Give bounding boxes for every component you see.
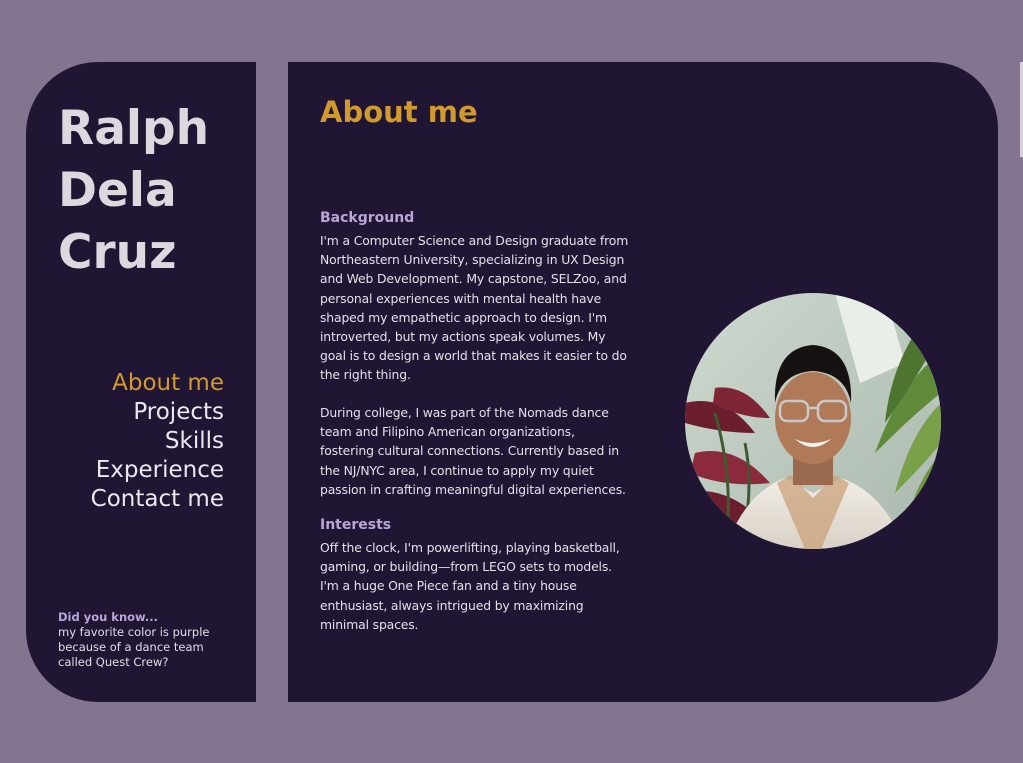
site-owner-name: Ralph Dela Cruz (58, 98, 209, 284)
profile-photo (685, 293, 941, 549)
page-title: About me (320, 95, 478, 129)
sidebar: Ralph Dela Cruz About me Projects Skills… (26, 62, 256, 702)
fun-fact-title: Did you know... (58, 610, 159, 624)
about-panel: About me Background I'm a Computer Scien… (288, 62, 998, 702)
background-paragraph-2: During college, I was part of the Nomads… (320, 405, 626, 497)
background-paragraph-1: I'm a Computer Science and Design gradua… (320, 233, 629, 383)
name-line-last: Cruz (58, 225, 177, 280)
fun-fact: Did you know... my favorite color is pur… (58, 610, 238, 670)
fun-fact-body: my favorite color is purple because of a… (58, 625, 210, 669)
nav-link-experience[interactable]: Experience (91, 456, 224, 485)
name-line-middle: Dela (58, 163, 177, 218)
main-nav: About me Projects Skills Experience Cont… (91, 369, 224, 514)
background-heading: Background (320, 210, 415, 226)
interests-paragraph: Off the clock, I'm powerlifting, playing… (320, 540, 620, 632)
nav-link-projects[interactable]: Projects (91, 398, 224, 427)
nav-link-contact[interactable]: Contact me (91, 485, 224, 514)
nav-link-about[interactable]: About me (91, 369, 224, 398)
interests-heading: Interests (320, 517, 392, 533)
name-line-first: Ralph (58, 101, 210, 156)
nav-link-skills[interactable]: Skills (91, 427, 224, 456)
